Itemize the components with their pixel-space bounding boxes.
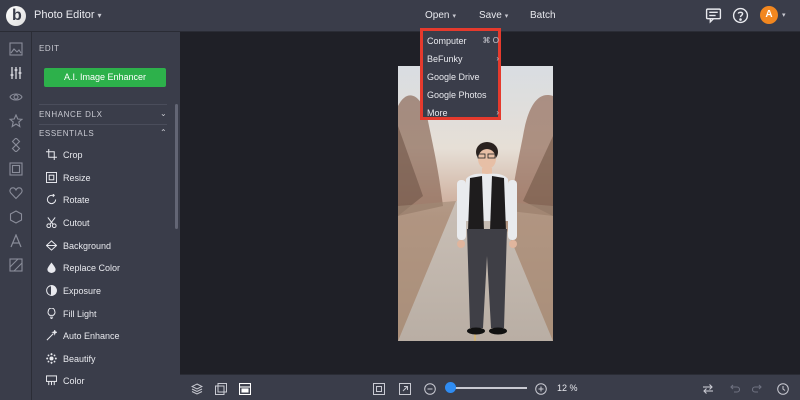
edit-heading: EDIT [39,44,60,53]
text-icon[interactable] [9,233,23,248]
bottom-toolbar: 12 % [180,374,800,400]
zoom-slider-handle[interactable] [445,382,456,393]
zoom-out-icon[interactable] [424,382,436,395]
chevron-right-icon: › [496,108,499,117]
tool-label: Color [63,376,85,386]
layers-icon[interactable] [190,382,204,395]
rotate-icon [46,194,57,205]
photo-editor-app: b Photo Editor▾ Open▾ Save▾ Batch A ▾ [0,0,800,400]
panel-scrollbar[interactable] [175,104,178,229]
chevron-down-icon: ▾ [97,11,102,20]
menu-item-label: BeFunky [427,54,463,64]
fit-screen-icon[interactable] [373,382,385,395]
app-title-dropdown[interactable]: Photo Editor ▾ [34,9,102,21]
heart-icon[interactable] [9,186,23,200]
crop-icon [46,149,57,160]
menu-item-more[interactable]: More › [427,106,499,120]
batch-menu-label: Batch [530,10,556,21]
app-title: Photo Editor [34,9,95,21]
help-icon[interactable] [732,7,749,24]
chevron-down-icon[interactable]: ⌄ [160,109,167,118]
chevron-down-icon: ▾ [504,13,509,20]
open-dropdown-menu: Computer ⌘ O BeFunky › Google Drive Goog… [420,28,501,120]
save-menu[interactable]: Save ▾ [479,10,508,21]
chevron-down-icon[interactable]: ▾ [782,11,786,19]
color-icon [46,375,57,386]
save-menu-label: Save [479,10,502,21]
chevron-up-icon[interactable]: ⌃ [160,128,167,137]
tool-label: Exposure [63,286,102,296]
exposure-icon [46,285,57,296]
tool-label: Auto Enhance [63,331,120,341]
top-bar: b Photo Editor ▾ Open ▾ Save ▾ Batch A ▾ [0,0,800,32]
keyboard-shortcut: ⌘ O [482,36,499,45]
tool-label: Resize [63,173,91,183]
zoom-level-label: 12 % [557,383,578,393]
bulb-icon [47,308,56,319]
batch-menu[interactable]: Batch [530,10,556,21]
divider [39,104,167,105]
chevron-right-icon: › [496,54,499,63]
edit-sliders-icon[interactable] [9,66,23,80]
history-icon[interactable] [777,382,789,395]
resize-icon [46,172,57,183]
befunky-logo[interactable]: b [6,6,26,26]
menu-item-google-drive[interactable]: Google Drive [427,70,499,84]
droplet-icon [47,262,56,273]
section-enhance-dlx[interactable]: ENHANCE DLX [39,110,103,119]
redo-icon[interactable] [751,382,764,394]
zoom-in-icon[interactable] [535,382,547,395]
tool-label: Rotate [63,195,90,205]
graphics-icon[interactable] [9,137,23,153]
background-icon [46,240,57,251]
tool-label: Crop [63,150,83,160]
menu-item-label: More [427,108,448,118]
frame-icon[interactable] [9,162,23,176]
compare-icon[interactable] [238,382,252,396]
open-menu[interactable]: Open ▾ [425,10,456,21]
eye-icon[interactable] [9,90,23,104]
tool-label: Background [63,241,112,251]
shape-icon[interactable] [9,210,23,224]
menu-item-label: Google Photos [427,90,487,100]
chevron-down-icon: ▾ [452,13,456,20]
user-avatar[interactable]: A [760,6,778,24]
image-manager-icon[interactable] [215,382,227,395]
menu-item-label: Computer [427,36,467,46]
image-manager-icon[interactable] [9,42,23,56]
tool-label: Beautify [63,354,96,364]
tool-label: Replace Color [63,263,121,273]
sparkle-icon [46,353,57,364]
logo-letter: b [12,7,22,24]
texture-icon[interactable] [9,258,23,272]
open-menu-label: Open [425,10,450,21]
menu-item-computer[interactable]: Computer ⌘ O [427,34,499,48]
ai-image-enhancer-button[interactable]: A.I. Image Enhancer [44,68,166,87]
tool-label: Cutout [63,218,90,228]
divider [39,124,167,125]
section-essentials[interactable]: ESSENTIALS [39,129,94,138]
scissors-icon [46,217,57,228]
message-icon[interactable] [705,7,722,24]
undo-icon[interactable] [728,382,741,394]
tool-label: Fill Light [63,309,97,319]
star-icon[interactable] [8,113,24,128]
expand-icon[interactable] [399,382,411,395]
left-icon-rail [0,32,32,400]
menu-item-befunky[interactable]: BeFunky › [427,52,499,66]
edit-panel: EDIT A.I. Image Enhancer ENHANCE DLX ⌄ E… [32,32,180,400]
swap-icon[interactable] [702,382,714,394]
zoom-slider-track[interactable] [451,387,527,389]
menu-item-google-photos[interactable]: Google Photos [427,88,499,102]
wand-icon [46,330,57,341]
menu-item-label: Google Drive [427,72,480,82]
